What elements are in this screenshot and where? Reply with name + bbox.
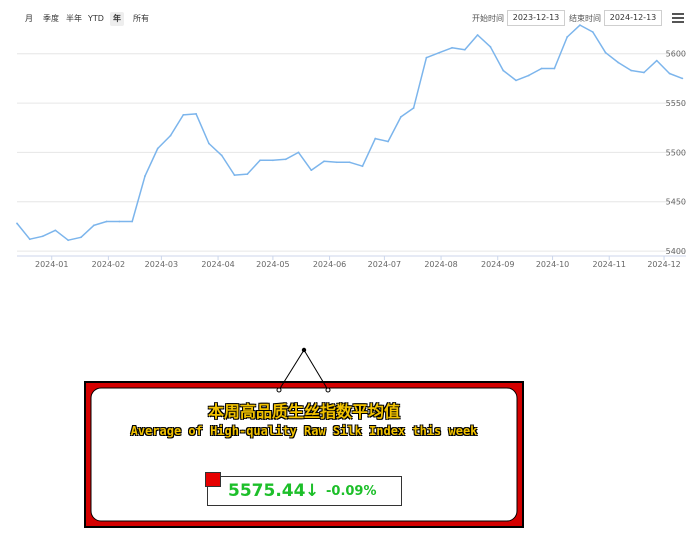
data-point — [399, 115, 402, 118]
x-tick-label: 2024-05 — [256, 260, 289, 269]
y-tick-label: 5400 — [666, 247, 686, 256]
card-inner-panel — [90, 387, 518, 522]
data-point — [412, 107, 415, 109]
x-tick-label: 2024-10 — [536, 260, 569, 269]
data-point — [156, 147, 159, 150]
x-tick-label: 2024-06 — [313, 260, 346, 269]
y-tick-label: 5550 — [666, 99, 686, 108]
data-point — [451, 46, 453, 49]
data-point — [118, 220, 121, 223]
data-point — [67, 239, 70, 242]
x-tick-label: 2024-08 — [424, 260, 457, 269]
data-point — [591, 31, 594, 33]
data-point — [643, 71, 645, 74]
x-tick-label: 2024-07 — [368, 260, 401, 269]
data-point — [233, 174, 236, 176]
data-point — [246, 173, 249, 176]
x-tick-label: 2024-11 — [593, 260, 626, 269]
summary-card-frame — [84, 347, 524, 528]
x-tick-label: 2024-02 — [92, 260, 125, 269]
data-point — [617, 61, 620, 64]
data-point — [348, 161, 351, 164]
data-point — [668, 72, 671, 75]
data-point — [92, 224, 95, 227]
x-tick-label: 2024-09 — [481, 260, 514, 269]
data-point — [630, 69, 633, 72]
chart-axes: 5400 5450 5500 5550 5600 2024-01 2024-02 2024-0… — [17, 50, 686, 269]
data-point — [335, 161, 338, 164]
y-tick-label: 5500 — [666, 148, 686, 157]
data-point — [527, 74, 530, 77]
y-tick-label: 5600 — [666, 50, 686, 59]
data-point — [310, 169, 313, 172]
data-point — [540, 67, 543, 70]
data-point — [515, 79, 517, 82]
data-point — [297, 151, 300, 154]
data-point — [41, 235, 44, 238]
data-point — [476, 34, 479, 36]
x-tick-label: 2024-12 — [647, 260, 680, 269]
data-point — [182, 114, 185, 116]
data-point — [553, 67, 556, 70]
data-point — [272, 159, 274, 162]
data-point — [105, 220, 108, 223]
data-point — [208, 142, 210, 145]
data-point — [681, 77, 684, 80]
data-point — [604, 51, 607, 54]
x-tick-label: 2024-04 — [201, 260, 234, 269]
hanger-hole-left — [276, 387, 282, 393]
data-point — [374, 137, 377, 140]
data-point — [259, 159, 262, 162]
hanger-hole-right — [325, 387, 331, 393]
data-point — [655, 59, 658, 62]
data-point — [502, 69, 505, 72]
data-point — [54, 229, 57, 232]
data-point — [220, 154, 223, 157]
data-point — [361, 165, 364, 168]
x-tick-label: 2024-01 — [35, 260, 68, 269]
hanger-nail-icon — [301, 347, 307, 353]
data-point — [579, 24, 581, 27]
x-tick-label: 2024-03 — [145, 260, 178, 269]
data-point — [425, 56, 428, 59]
data-point — [144, 175, 146, 177]
line-chart: 5400 5450 5500 5550 5600 2024-01 2024-02 2024-0… — [16, 24, 686, 528]
data-point — [387, 140, 389, 143]
data-point — [323, 160, 325, 163]
data-point — [169, 134, 172, 137]
data-point — [195, 113, 198, 115]
data-point — [28, 238, 31, 241]
data-point — [566, 36, 569, 38]
data-point — [438, 51, 441, 54]
data-point — [463, 48, 466, 51]
data-point — [16, 222, 18, 225]
data-point — [131, 220, 134, 223]
series-line — [16, 24, 683, 241]
data-point — [489, 45, 492, 48]
data-point — [80, 236, 82, 239]
y-tick-label: 5450 — [666, 198, 686, 207]
data-point — [284, 158, 287, 161]
chart-series — [16, 24, 684, 242]
